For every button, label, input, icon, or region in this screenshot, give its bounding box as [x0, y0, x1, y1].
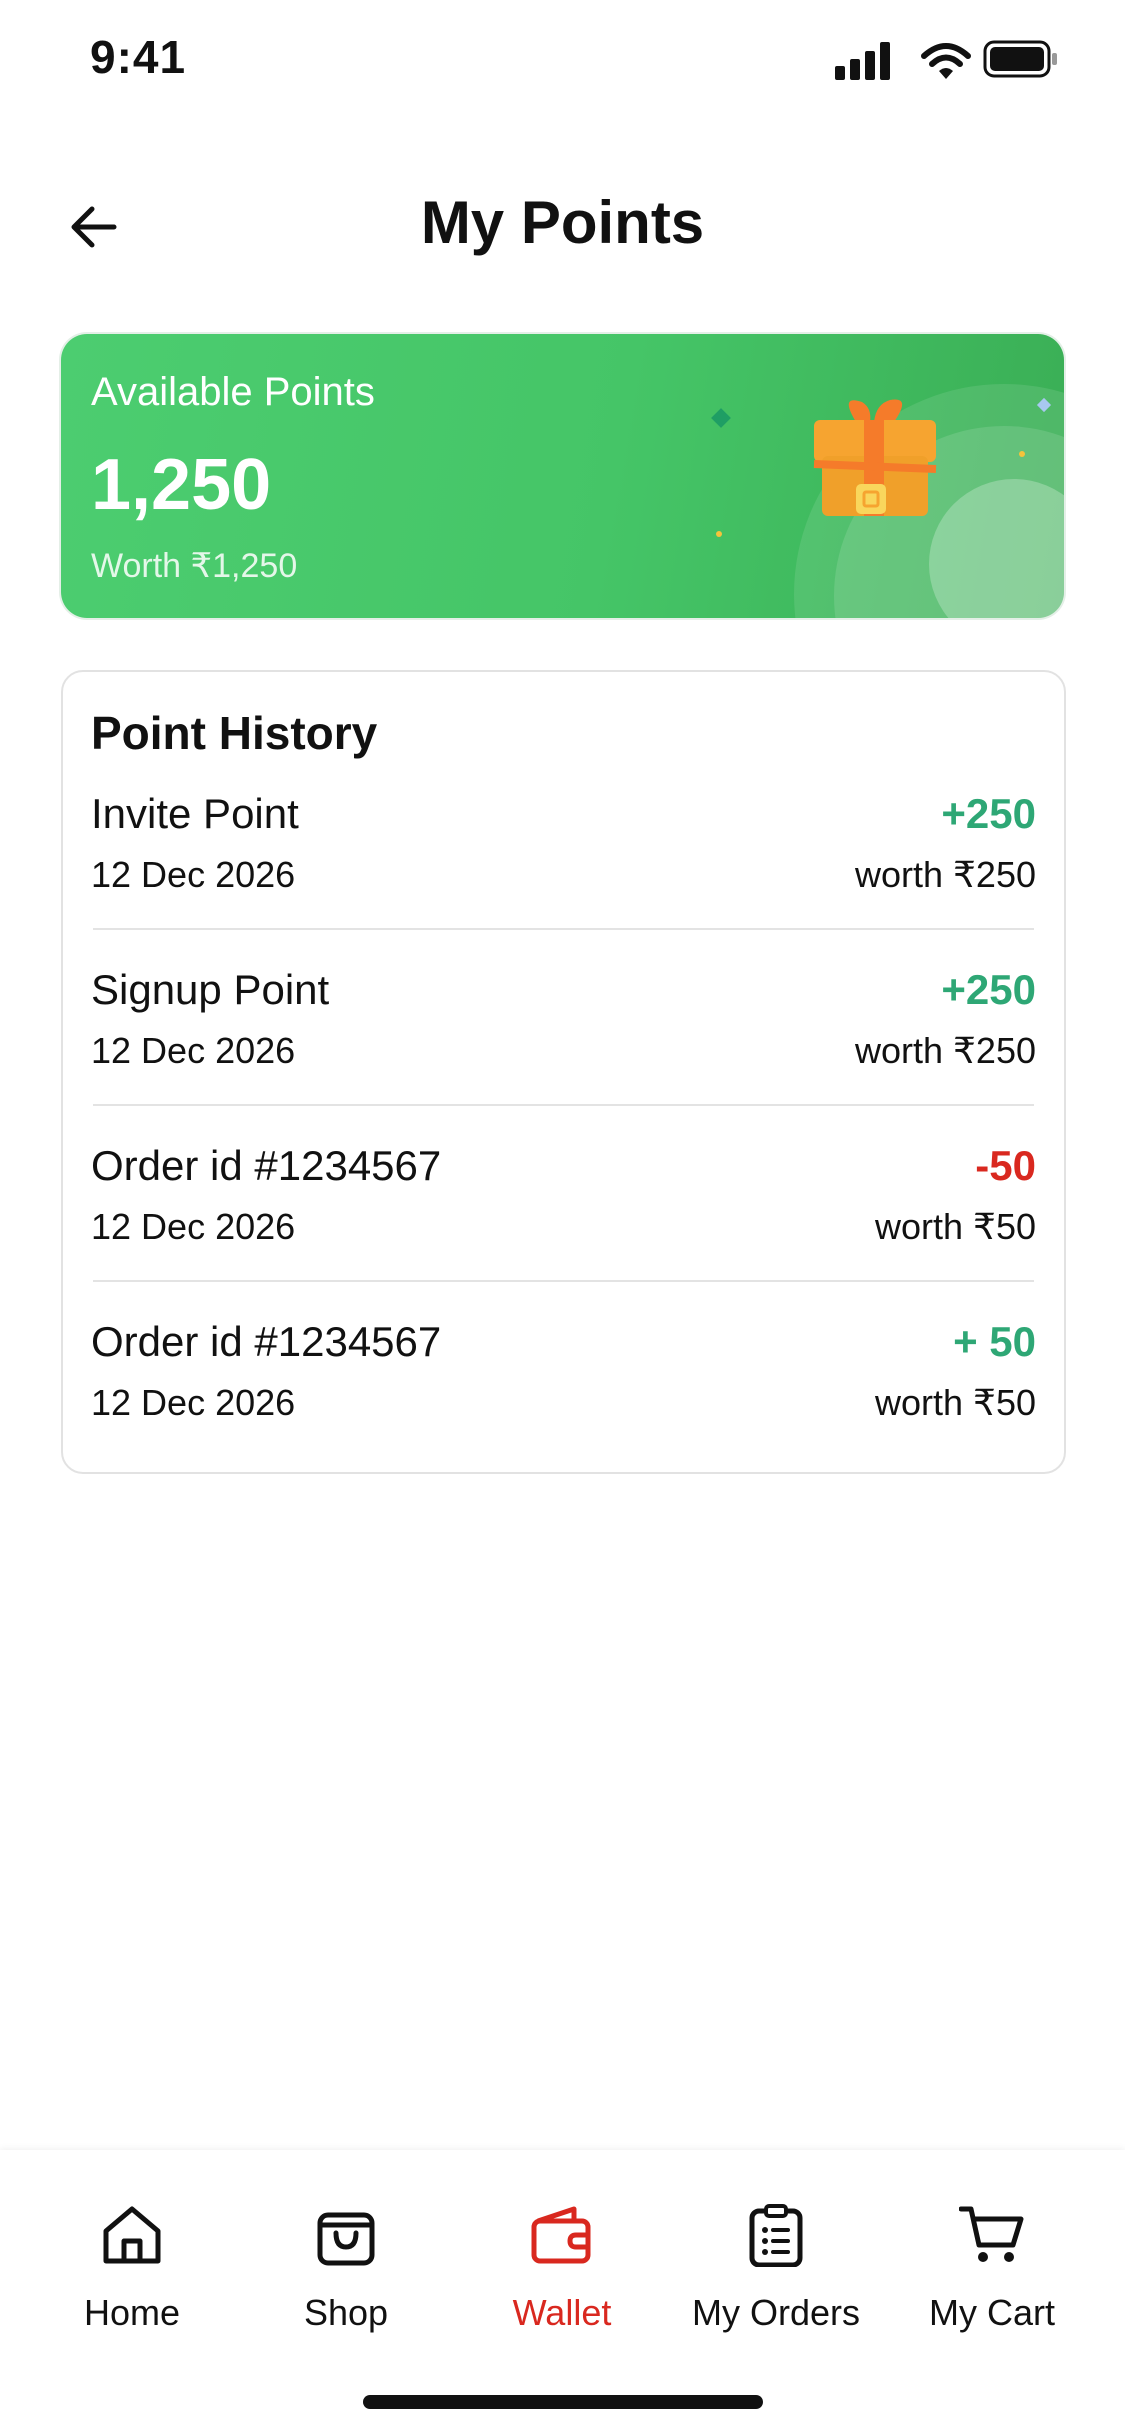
history-item-amount: +250	[941, 966, 1036, 1013]
nav-item-my-orders[interactable]: My Orders	[676, 2200, 876, 2350]
clipboard-list-icon	[749, 2204, 803, 2267]
card-decoration	[711, 384, 1064, 618]
bottom-nav: Home Shop Wallet My Orders My Cart	[0, 2150, 1125, 2436]
nav-label-my-cart: My Cart	[929, 2292, 1055, 2333]
divider	[93, 1280, 1034, 1282]
history-item-worth: worth ₹250	[854, 854, 1036, 895]
nav-item-home[interactable]: Home	[32, 2200, 232, 2350]
available-points-label: Available Points	[91, 370, 375, 414]
history-row[interactable]: Order id #1234567 12 Dec 2026 -50 worth …	[91, 1142, 1036, 1318]
signal-icon	[835, 42, 890, 80]
history-item-title: Signup Point	[91, 966, 330, 1013]
header: My Points	[0, 180, 1125, 270]
battery-icon	[983, 40, 1057, 78]
status-bar: 9:41	[0, 0, 1125, 120]
wallet-icon	[531, 2206, 591, 2264]
nav-item-my-cart[interactable]: My Cart	[892, 2200, 1092, 2350]
nav-item-shop[interactable]: Shop	[246, 2200, 446, 2350]
history-row[interactable]: Invite Point 12 Dec 2026 +250 worth ₹250	[91, 790, 1036, 966]
cart-icon	[959, 2206, 1024, 2262]
history-item-amount: +250	[941, 790, 1036, 837]
nav-label-wallet: Wallet	[512, 2292, 612, 2333]
available-points-value: 1,250	[91, 445, 272, 525]
point-history-list: Invite Point 12 Dec 2026 +250 worth ₹250…	[91, 790, 1036, 1494]
history-item-title: Order id #1234567	[91, 1318, 442, 1365]
history-item-date: 12 Dec 2026	[91, 1030, 296, 1071]
home-icon	[103, 2206, 161, 2264]
history-item-amount: -50	[975, 1142, 1036, 1189]
shopping-bag-icon	[317, 2212, 375, 2266]
available-points-worth: Worth ₹1,250	[91, 547, 298, 585]
history-item-amount: + 50	[953, 1318, 1036, 1365]
divider	[93, 928, 1034, 930]
history-item-title: Invite Point	[91, 790, 299, 837]
status-icons	[835, 40, 1057, 80]
history-item-date: 12 Dec 2026	[91, 854, 296, 895]
history-item-date: 12 Dec 2026	[91, 1382, 296, 1423]
wifi-icon	[921, 43, 971, 79]
point-history-card: Point History Invite Point 12 Dec 2026 +…	[61, 670, 1066, 1474]
divider	[93, 1104, 1034, 1106]
status-time: 9:41	[90, 31, 187, 83]
available-points-card: Available Points 1,250 Worth ₹1,250	[61, 334, 1064, 618]
history-item-date: 12 Dec 2026	[91, 1206, 296, 1247]
nav-label-shop: Shop	[303, 2292, 389, 2333]
history-item-worth: worth ₹50	[875, 1206, 1036, 1247]
history-item-worth: worth ₹250	[854, 1030, 1036, 1071]
nav-label-my-orders: My Orders	[691, 2292, 860, 2333]
point-history-title: Point History	[91, 707, 378, 759]
nav-label-home: Home	[83, 2292, 181, 2333]
history-row[interactable]: Signup Point 12 Dec 2026 +250 worth ₹250	[91, 966, 1036, 1142]
nav-item-wallet[interactable]: Wallet	[462, 2200, 662, 2350]
page-title: My Points	[420, 189, 705, 256]
history-item-title: Order id #1234567	[91, 1142, 442, 1189]
history-item-worth: worth ₹50	[875, 1382, 1036, 1423]
home-indicator	[363, 2395, 763, 2409]
history-row[interactable]: Order id #1234567 12 Dec 2026 + 50 worth…	[91, 1318, 1036, 1494]
